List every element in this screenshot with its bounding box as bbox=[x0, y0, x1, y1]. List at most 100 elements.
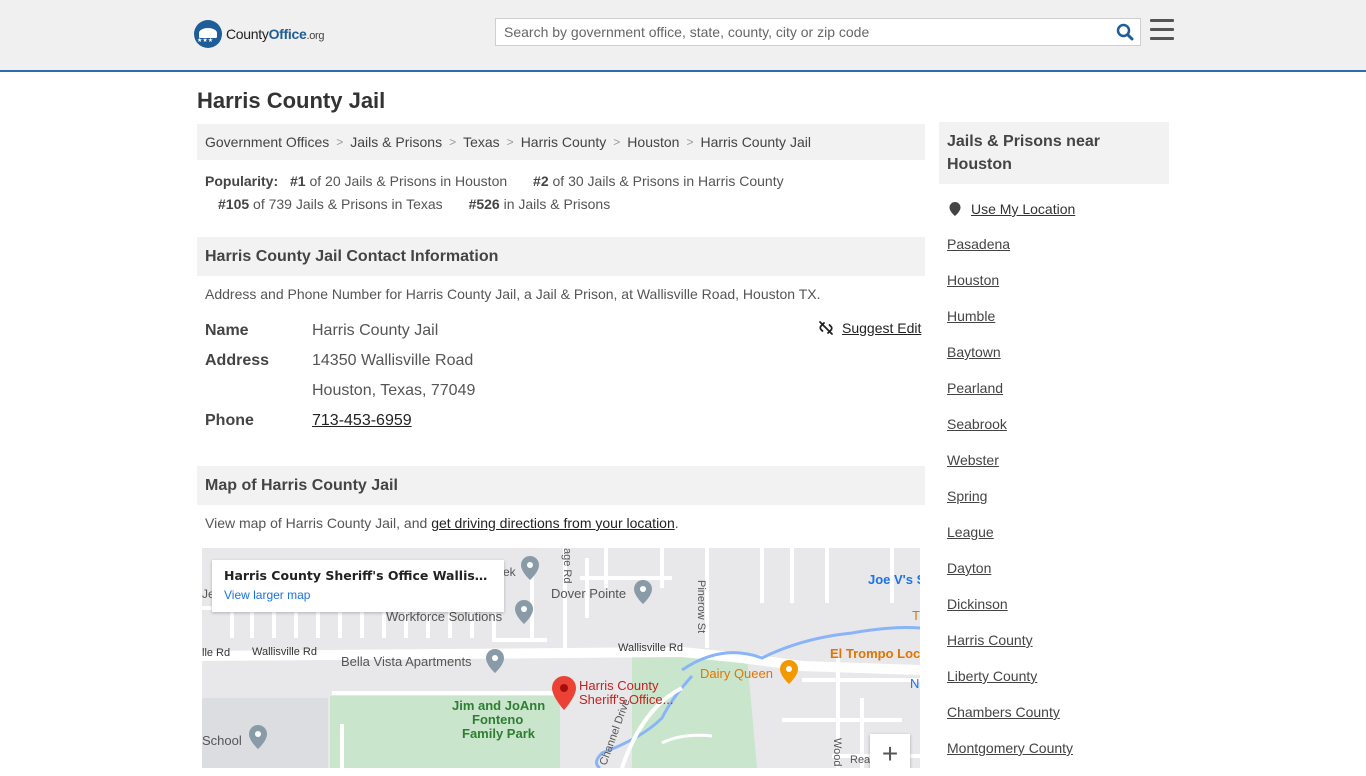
contact-section-heading: Harris County Jail Contact Information bbox=[197, 237, 925, 276]
popularity-row-1: Popularity: #1 of 20 Jails & Prisons in … bbox=[205, 170, 925, 193]
map-info-card: Harris County Sheriff's Office Wallisv..… bbox=[212, 560, 504, 612]
rank-number: #2 bbox=[533, 173, 549, 189]
breadcrumb-current[interactable]: Harris County Jail bbox=[700, 134, 810, 150]
search-button[interactable] bbox=[1110, 19, 1140, 45]
svg-text:Fonteno: Fonteno bbox=[472, 712, 523, 727]
sidebar-link-humble[interactable]: Humble bbox=[947, 308, 995, 324]
sidebar-item: Seabrook bbox=[947, 416, 1073, 452]
use-my-location-link[interactable]: Use My Location bbox=[971, 201, 1075, 217]
map-section-heading: Map of Harris County Jail bbox=[197, 466, 925, 505]
search-input[interactable] bbox=[496, 19, 1110, 45]
sidebar-item: Humble bbox=[947, 308, 1073, 344]
nearby-locations-list: Pasadena Houston Humble Baytown Pearland… bbox=[947, 236, 1073, 776]
name-value: Harris County Jail bbox=[312, 322, 439, 339]
popularity-rank-city: #1 of 20 Jails & Prisons in Houston bbox=[290, 173, 507, 189]
contact-phone-row: Phone 713-453-6959 bbox=[205, 406, 925, 436]
map-desc-suffix: . bbox=[674, 515, 679, 531]
contact-address-row-2: Houston, Texas, 77049 bbox=[205, 376, 925, 406]
svg-text:Dover Pointe: Dover Pointe bbox=[551, 586, 626, 601]
sidebar-link-dayton[interactable]: Dayton bbox=[947, 560, 991, 576]
svg-text:Family Park: Family Park bbox=[462, 726, 536, 741]
sidebar-item: Webster bbox=[947, 452, 1073, 488]
eagle-logo-icon bbox=[194, 20, 222, 48]
view-larger-map-link[interactable]: View larger map bbox=[224, 588, 492, 602]
svg-text:Wallisville Rd: Wallisville Rd bbox=[618, 642, 683, 654]
logo-text-office: Office bbox=[268, 26, 307, 42]
phone-link[interactable]: 713-453-6959 bbox=[312, 412, 412, 429]
breadcrumb: Government Offices > Jails & Prisons > Tex… bbox=[197, 124, 925, 160]
sidebar-link-liberty-county[interactable]: Liberty County bbox=[947, 668, 1037, 684]
svg-text:lle Rd: lle Rd bbox=[202, 647, 230, 659]
breadcrumb-government-offices[interactable]: Government Offices bbox=[205, 134, 329, 150]
breadcrumb-texas[interactable]: Texas bbox=[463, 134, 500, 150]
hamburger-menu-icon[interactable] bbox=[1150, 19, 1174, 41]
sidebar-item: Dickinson bbox=[947, 596, 1073, 632]
zoom-in-button[interactable]: + bbox=[870, 734, 910, 768]
logo-text-county: County bbox=[226, 26, 269, 42]
sidebar-item: Baytown bbox=[947, 344, 1073, 380]
rank-text: of 20 Jails & Prisons in Houston bbox=[305, 173, 508, 189]
sidebar-item: League bbox=[947, 524, 1073, 560]
sidebar-item: Spring bbox=[947, 488, 1073, 524]
chevron-right-icon: > bbox=[686, 135, 694, 149]
sidebar-link-spring[interactable]: Spring bbox=[947, 488, 987, 504]
sidebar-link-seabrook[interactable]: Seabrook bbox=[947, 416, 1007, 432]
page-title: Harris County Jail bbox=[197, 88, 386, 113]
sidebar-item: Dayton bbox=[947, 560, 1073, 596]
sidebar-link-montgomery-county[interactable]: Montgomery County bbox=[947, 740, 1073, 756]
popularity-ranking: Popularity: #1 of 20 Jails & Prisons in … bbox=[205, 170, 925, 216]
chevron-right-icon: > bbox=[449, 135, 457, 149]
contact-description: Address and Phone Number for Harris Coun… bbox=[205, 286, 821, 302]
svg-text:Pinerow St: Pinerow St bbox=[695, 580, 707, 633]
chevron-right-icon: > bbox=[506, 135, 514, 149]
sidebar-link-harris-county[interactable]: Harris County bbox=[947, 632, 1033, 648]
breadcrumb-houston[interactable]: Houston bbox=[627, 134, 679, 150]
chevron-right-icon: > bbox=[613, 135, 621, 149]
sidebar-link-league[interactable]: League bbox=[947, 524, 994, 540]
svg-text:Rea: Rea bbox=[850, 754, 871, 766]
svg-text:Joe V's S: Joe V's S bbox=[868, 572, 920, 587]
popularity-label: Popularity: bbox=[205, 173, 279, 189]
map-card-title: Harris County Sheriff's Office Wallisv..… bbox=[224, 568, 492, 583]
rank-number: #105 bbox=[218, 196, 250, 212]
sidebar-link-pearland[interactable]: Pearland bbox=[947, 380, 1003, 396]
sidebar-item: Montgomery County bbox=[947, 740, 1073, 776]
svg-text:age Rd: age Rd bbox=[561, 548, 573, 583]
contact-details: Name Harris County Jail Address 14350 Wa… bbox=[205, 316, 925, 436]
contact-address-row: Address 14350 Wallisville Road bbox=[205, 346, 925, 376]
svg-text:School: School bbox=[202, 733, 242, 748]
map-description: View map of Harris County Jail, and get … bbox=[205, 515, 679, 531]
sidebar-link-houston[interactable]: Houston bbox=[947, 272, 999, 288]
sidebar-item: Houston bbox=[947, 272, 1073, 308]
chevron-right-icon: > bbox=[336, 135, 344, 149]
sidebar-link-chambers-county[interactable]: Chambers County bbox=[947, 704, 1060, 720]
rank-text: in Jails & Prisons bbox=[499, 196, 611, 212]
use-my-location[interactable]: Use My Location bbox=[948, 201, 1075, 217]
sidebar-link-pasadena[interactable]: Pasadena bbox=[947, 236, 1010, 252]
svg-text:Jim and JoAnn: Jim and JoAnn bbox=[452, 698, 545, 713]
breadcrumb-jails-prisons[interactable]: Jails & Prisons bbox=[350, 134, 442, 150]
sidebar-link-baytown[interactable]: Baytown bbox=[947, 344, 1001, 360]
sidebar-item: Pasadena bbox=[947, 236, 1073, 272]
popularity-rank-state: #105 of 739 Jails & Prisons in Texas bbox=[218, 196, 443, 212]
contact-name-row: Name Harris County Jail bbox=[205, 316, 925, 346]
popularity-row-2: #105 of 739 Jails & Prisons in Texas #52… bbox=[205, 193, 925, 216]
embedded-map[interactable]: lle Rd Wallisville Rd Wallisville Rd ek … bbox=[202, 548, 920, 768]
rank-number: #526 bbox=[468, 196, 500, 212]
sidebar-link-dickinson[interactable]: Dickinson bbox=[947, 596, 1008, 612]
svg-text:ek: ek bbox=[503, 565, 517, 579]
site-logo[interactable]: CountyOffice.org bbox=[194, 20, 325, 48]
site-header: CountyOffice.org bbox=[0, 0, 1366, 72]
popularity-rank-county: #2 of 30 Jails & Prisons in Harris Count… bbox=[533, 173, 784, 189]
search-icon bbox=[1116, 23, 1134, 41]
svg-text:El Trompo Loc: El Trompo Loc bbox=[830, 646, 920, 661]
svg-text:Harris County: Harris County bbox=[579, 678, 659, 693]
logo-wordmark: CountyOffice.org bbox=[226, 26, 325, 42]
map-desc-prefix: View map of Harris County Jail, and bbox=[205, 515, 432, 531]
sidebar-link-webster[interactable]: Webster bbox=[947, 452, 999, 468]
address-label: Address bbox=[205, 352, 270, 369]
sidebar-item: Harris County bbox=[947, 632, 1073, 668]
driving-directions-link[interactable]: get driving directions from your locatio… bbox=[431, 515, 675, 531]
breadcrumb-harris-county[interactable]: Harris County bbox=[521, 134, 607, 150]
rank-text: of 30 Jails & Prisons in Harris County bbox=[548, 173, 784, 189]
